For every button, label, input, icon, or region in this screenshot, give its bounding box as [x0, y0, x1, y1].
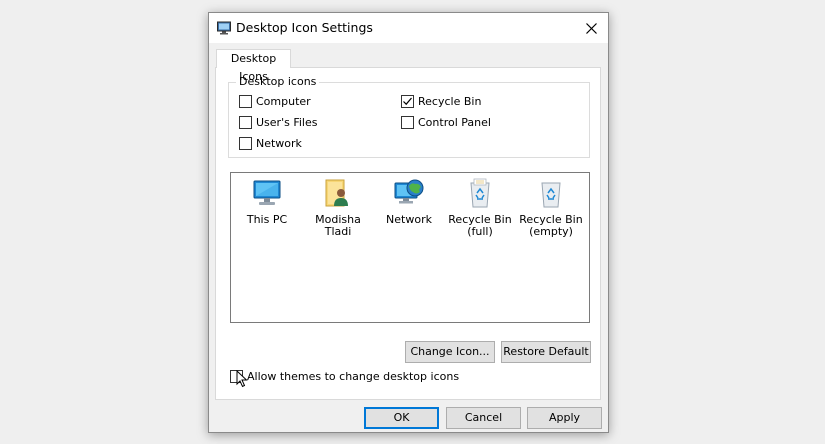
window-title: Desktop Icon Settings	[236, 20, 373, 35]
checkbox-control-panel[interactable]: Control Panel	[401, 116, 491, 129]
apply-button[interactable]: Apply	[527, 407, 602, 429]
mouse-pointer-icon	[236, 370, 248, 388]
desktop-icons-group: Desktop icons Computer User's Files Netw…	[228, 75, 590, 158]
network-globe-icon	[394, 179, 424, 204]
icon-list-view[interactable]: This PC Modisha Tladi Network Recycle Bi…	[230, 172, 590, 323]
list-item-recycle-bin-full[interactable]: Recycle Bin (full)	[445, 177, 515, 238]
ok-button[interactable]: OK	[364, 407, 439, 429]
checkbox-label: User's Files	[256, 116, 318, 129]
cancel-button[interactable]: Cancel	[446, 407, 521, 429]
list-item-user-folder[interactable]: Modisha Tladi	[303, 177, 373, 238]
dialog-client-area: Desktop Icons Desktop icons Computer Use…	[209, 43, 608, 432]
tab-page-desktop-icons: Desktop icons Computer User's Files Netw…	[215, 67, 601, 400]
checkbox-box[interactable]	[239, 95, 252, 108]
close-button[interactable]	[574, 13, 608, 43]
checkbox-box-checked[interactable]	[401, 95, 414, 108]
list-item-label: Network	[386, 213, 432, 226]
list-item-label: Modisha Tladi	[315, 213, 361, 238]
checkbox-box[interactable]	[239, 137, 252, 150]
desktop-settings-icon	[217, 21, 231, 35]
list-item-this-pc[interactable]: This PC	[232, 177, 302, 226]
checkbox-box[interactable]	[239, 116, 252, 129]
list-item-label: Recycle Bin (full)	[448, 213, 512, 238]
checkbox-computer[interactable]: Computer	[239, 95, 311, 108]
list-item-label: This PC	[246, 213, 288, 226]
checkbox-label: Computer	[256, 95, 311, 108]
close-icon	[585, 22, 597, 34]
restore-default-button[interactable]: Restore Default	[501, 341, 591, 363]
checkbox-label: Control Panel	[418, 116, 491, 129]
list-item-network[interactable]: Network	[374, 177, 444, 226]
checkbox-users-files[interactable]: User's Files	[239, 116, 317, 129]
tab-desktop-icons[interactable]: Desktop Icons	[216, 49, 291, 83]
desktop-icon-settings-dialog: Desktop Icon Settings Desktop Icons Desk…	[208, 12, 609, 433]
user-folder-icon	[325, 179, 348, 207]
list-item-label: Recycle Bin (empty)	[519, 213, 583, 238]
checkbox-recycle-bin[interactable]: Recycle Bin	[401, 95, 481, 108]
checkbox-box[interactable]	[401, 116, 414, 129]
checkmark-icon	[403, 97, 412, 106]
checkbox-allow-themes[interactable]: Allow themes to change desktop icons	[230, 370, 459, 383]
recycle-bin-full-icon	[470, 178, 490, 208]
checkbox-label: Allow themes to change desktop icons	[247, 370, 460, 383]
checkbox-label: Network	[256, 137, 302, 150]
title-bar[interactable]: Desktop Icon Settings	[209, 13, 608, 43]
checkbox-label: Recycle Bin	[418, 95, 482, 108]
checkbox-network[interactable]: Network	[239, 137, 302, 150]
monitor-icon	[253, 180, 281, 205]
recycle-bin-empty-icon	[541, 182, 561, 208]
list-item-recycle-bin-empty[interactable]: Recycle Bin (empty)	[516, 177, 586, 238]
change-icon-button[interactable]: Change Icon...	[405, 341, 495, 363]
